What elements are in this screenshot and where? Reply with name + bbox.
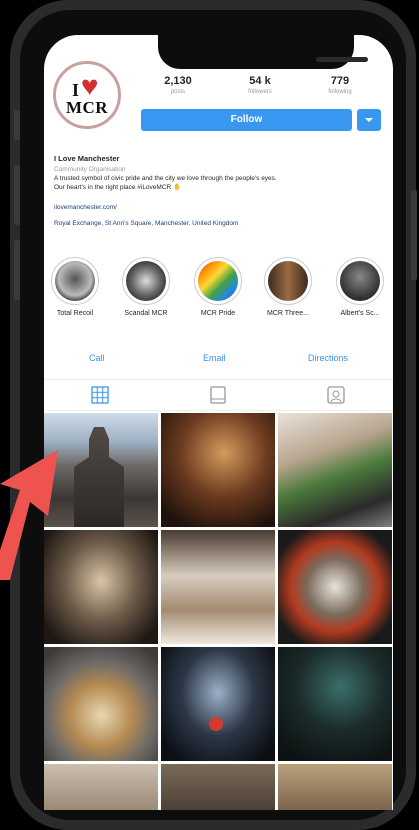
tagged-feed-icon[interactable]	[209, 386, 227, 404]
followers-stat[interactable]: 54 k followers	[230, 75, 290, 95]
posts-count: 2,130	[164, 75, 192, 87]
speaker-grille	[316, 57, 368, 62]
grid-photo[interactable]	[44, 413, 158, 527]
highlight-label: Scandal MCR	[124, 310, 168, 317]
posts-label: posts	[170, 89, 186, 95]
following-stat[interactable]: 779 following	[310, 75, 370, 95]
highlight-alberts-schloss[interactable]: Albert's Sc...	[330, 257, 390, 317]
grid-photo[interactable]	[161, 530, 275, 644]
volume-down-button	[14, 240, 20, 300]
tagged-photos-icon[interactable]	[327, 386, 345, 404]
profile-website-link[interactable]: ilovemanchester.com/	[54, 204, 384, 213]
call-button[interactable]: Call	[89, 353, 105, 363]
follow-button[interactable]: Follow	[141, 109, 352, 131]
directions-button[interactable]: Directions	[308, 353, 348, 363]
followers-label: followers	[248, 89, 272, 95]
profile-bio: A trusted symbol of civic pride and the …	[54, 175, 384, 192]
grid-photo[interactable]	[278, 530, 392, 644]
grid-photo[interactable]	[161, 413, 275, 527]
grid-photo[interactable]	[44, 764, 158, 810]
profile-name: I Love Manchester	[54, 154, 120, 163]
heart-hand-icon: ✋	[173, 183, 182, 191]
highlight-mcr-pride[interactable]: MCR Pride	[188, 257, 248, 317]
grid-photo[interactable]	[278, 413, 392, 527]
email-button[interactable]: Email	[203, 353, 226, 363]
grid-photo[interactable]	[278, 764, 392, 810]
bio-line-2: Our heart's in the right place #iLoveMCR…	[54, 184, 384, 193]
highlight-label: MCR Three...	[267, 310, 309, 317]
highlight-label: MCR Pride	[200, 310, 236, 317]
svg-text:I: I	[72, 80, 79, 100]
app-screen: I MCR 2,130 posts 54 k followers 779 fol…	[44, 35, 393, 810]
pointer-arrow-icon	[0, 450, 58, 580]
following-count: 779	[330, 75, 350, 87]
phone-notch	[158, 35, 368, 69]
highlight-label: Total Recoil	[56, 310, 94, 317]
grid-photo[interactable]	[161, 764, 275, 810]
grid-photo[interactable]	[44, 647, 158, 761]
highlight-scandal-mcr[interactable]: Scandal MCR	[116, 257, 176, 317]
mute-switch	[14, 110, 20, 140]
grid-photo[interactable]	[44, 530, 158, 644]
profile-category: Community Organisation	[54, 166, 126, 173]
power-button	[411, 190, 417, 280]
avatar[interactable]: I MCR	[53, 61, 121, 129]
bio-line-1: A trusted symbol of civic pride and the …	[54, 175, 277, 182]
highlight-label: Albert's Sc...	[340, 310, 380, 317]
avatar-text: MCR	[65, 98, 109, 117]
followers-count: 54 k	[249, 75, 271, 87]
grid-photo[interactable]	[278, 647, 392, 761]
volume-up-button	[14, 165, 20, 225]
grid-photo[interactable]	[161, 647, 275, 761]
following-label: following	[328, 89, 352, 95]
suggested-dropdown-button[interactable]	[357, 109, 381, 131]
bio-line-2-text: Our heart's in the right place #iLoveMCR	[54, 183, 172, 191]
grid-icon[interactable]	[91, 386, 109, 404]
highlight-total-recoil[interactable]: Total Recoil	[45, 257, 105, 317]
profile-tab-bar	[44, 379, 393, 411]
profile-address[interactable]: Royal Exchange, St Ann's Square, Manches…	[54, 220, 384, 229]
highlight-mcr-three[interactable]: MCR Three...	[258, 257, 318, 317]
posts-stat[interactable]: 2,130 posts	[148, 75, 208, 95]
